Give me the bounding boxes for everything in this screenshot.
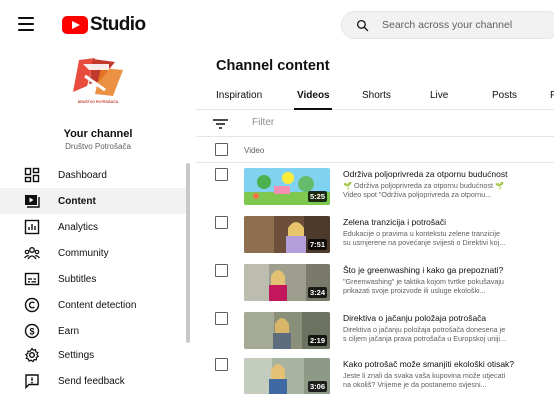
video-description: Direktiva o jačanju položaja potrošača d… — [343, 325, 506, 343]
subtitles-icon — [24, 272, 40, 286]
table-row[interactable]: 3:06 Kako potrošač može smanjiti ekološk… — [196, 354, 554, 394]
tab-videos[interactable]: Videos — [297, 90, 330, 101]
video-description: 🌱 Održiva poljoprivreda za otpornu buduć… — [343, 181, 504, 199]
table-row[interactable]: 3:24 Što je greenwashing i kako ga prepo… — [196, 260, 554, 308]
video-title[interactable]: Održiva poljoprivreda za otpornu budućno… — [343, 169, 553, 179]
video-duration: 3:24 — [307, 287, 327, 298]
filter-input[interactable]: Filter — [252, 117, 274, 128]
video-title[interactable]: Zelena tranzicija i potrošači — [343, 217, 553, 227]
channel-name: Društvo Potrošača — [65, 142, 131, 151]
your-channel-label: Your channel — [63, 128, 133, 140]
table-row[interactable]: 2:19 Direktiva o jačanju položaja potroš… — [196, 308, 554, 356]
search-input[interactable] — [382, 12, 552, 38]
table-row[interactable]: 5:25 Održiva poljoprivreda za otpornu bu… — [196, 164, 554, 212]
table-header: Video — [196, 137, 554, 163]
sidebar-scrollbar[interactable] — [186, 163, 190, 343]
community-icon — [24, 247, 40, 260]
sidebar-item-send-feedback[interactable]: Send feedback — [0, 368, 186, 394]
content-tabs: Inspiration Videos Shorts Live Posts P — [196, 84, 554, 110]
menu-icon[interactable] — [18, 17, 34, 31]
sidebar-item-label: Settings — [58, 349, 95, 361]
sidebar-item-subtitles[interactable]: Subtitles — [0, 266, 186, 292]
tab-posts[interactable]: Posts — [492, 90, 517, 101]
sidebar-item-label: Content — [58, 195, 96, 207]
copyright-icon — [24, 297, 40, 313]
video-duration: 5:25 — [307, 191, 327, 202]
tab-shorts[interactable]: Shorts — [362, 90, 391, 101]
sidebar: DRUŠTVO POTROŠAČA Your channel Društvo P… — [0, 48, 196, 394]
video-duration: 7:51 — [307, 239, 327, 250]
channel-logo-icon — [73, 58, 123, 96]
logo-text: Studio — [90, 14, 146, 35]
video-duration: 2:19 — [307, 335, 327, 346]
sidebar-item-label: Analytics — [58, 221, 99, 233]
sidebar-item-label: Send feedback — [58, 375, 125, 387]
channel-avatar[interactable]: DRUŠTVO POTROŠAČA — [65, 56, 131, 112]
select-all-checkbox[interactable] — [215, 143, 228, 156]
sidebar-item-label: Community — [58, 247, 109, 259]
sidebar-item-earn[interactable]: $ Earn — [0, 318, 186, 344]
sidebar-item-label: Subtitles — [58, 273, 97, 285]
filter-icon[interactable] — [213, 119, 228, 129]
video-duration: 3:06 — [307, 381, 327, 392]
video-thumbnail[interactable]: 3:24 — [244, 264, 330, 301]
sidebar-item-content-detection[interactable]: Content detection — [0, 292, 186, 318]
search-bar[interactable] — [341, 11, 554, 39]
play-logo-icon — [62, 16, 88, 34]
search-icon[interactable] — [356, 19, 369, 32]
dashboard-icon — [24, 167, 40, 183]
sidebar-item-analytics[interactable]: Analytics — [0, 214, 186, 240]
top-bar: Studio — [0, 0, 554, 48]
video-thumbnail[interactable]: 7:51 — [244, 216, 330, 253]
video-title[interactable]: Kako potrošač može smanjiti ekološki oti… — [343, 359, 553, 369]
row-checkbox[interactable] — [215, 168, 228, 181]
earn-icon: $ — [24, 323, 40, 339]
video-description: Jeste li znali da svaka vaša kupovina mo… — [343, 371, 506, 389]
logo-caption: DRUŠTVO POTROŠAČA — [77, 100, 119, 104]
main-content: Channel content Inspiration Videos Short… — [196, 48, 554, 394]
analytics-icon — [24, 219, 40, 235]
row-checkbox[interactable] — [215, 312, 228, 325]
video-thumbnail[interactable]: 3:06 — [244, 358, 330, 394]
video-thumbnail[interactable]: 5:25 — [244, 168, 330, 205]
tab-playlists[interactable]: P — [550, 90, 554, 101]
sidebar-item-label: Earn — [58, 325, 80, 337]
row-checkbox[interactable] — [215, 358, 228, 371]
active-tab-indicator — [294, 108, 332, 110]
tab-live[interactable]: Live — [430, 90, 448, 101]
sidebar-item-dashboard[interactable]: Dashboard — [0, 162, 186, 188]
video-description: "Greenwashing" je taktika kojom tvrtke p… — [343, 277, 504, 295]
column-header-video: Video — [244, 146, 265, 155]
sidebar-item-settings[interactable]: Settings — [0, 342, 186, 368]
video-title[interactable]: Direktiva o jačanju položaja potrošača — [343, 313, 553, 323]
row-checkbox[interactable] — [215, 216, 228, 229]
sidebar-item-community[interactable]: Community — [0, 240, 186, 266]
tab-inspiration[interactable]: Inspiration — [216, 90, 262, 101]
row-checkbox[interactable] — [215, 264, 228, 277]
sidebar-item-label: Dashboard — [58, 169, 107, 181]
video-thumbnail[interactable]: 2:19 — [244, 312, 330, 349]
gear-icon — [25, 347, 40, 363]
sidebar-item-content[interactable]: Content — [0, 188, 186, 214]
table-row[interactable]: 7:51 Zelena tranzicija i potrošači Eduka… — [196, 212, 554, 260]
page-title: Channel content — [216, 58, 330, 74]
video-description: Edukacije o pravima u kontekstu zelene t… — [343, 229, 506, 247]
video-title[interactable]: Što je greenwashing i kako ga prepoznati… — [343, 265, 553, 275]
studio-logo[interactable]: Studio — [62, 14, 146, 36]
filter-bar: Filter — [196, 111, 554, 137]
svg-text:$: $ — [29, 327, 34, 337]
content-icon — [25, 195, 40, 208]
feedback-icon — [25, 374, 39, 389]
sidebar-item-label: Content detection — [58, 299, 137, 311]
